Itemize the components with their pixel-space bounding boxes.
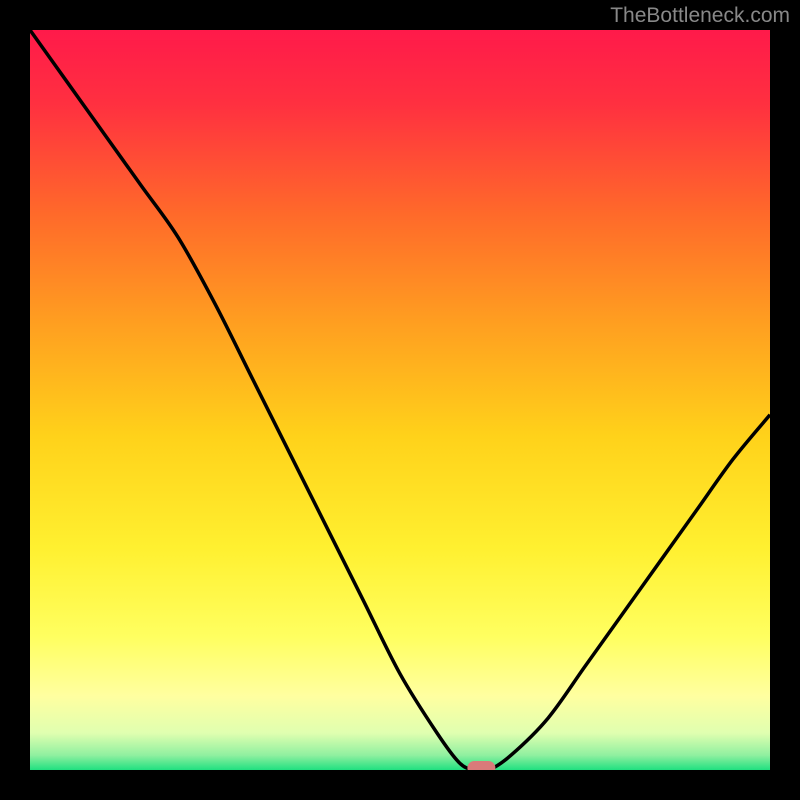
- gradient-background: [30, 30, 770, 770]
- plot-area: [30, 30, 770, 770]
- chart-outer-frame: [0, 0, 800, 800]
- optimal-marker: [467, 761, 495, 770]
- chart-svg: [30, 30, 770, 770]
- chart-container: TheBottleneck.com: [0, 0, 800, 800]
- watermark-text: TheBottleneck.com: [610, 4, 790, 28]
